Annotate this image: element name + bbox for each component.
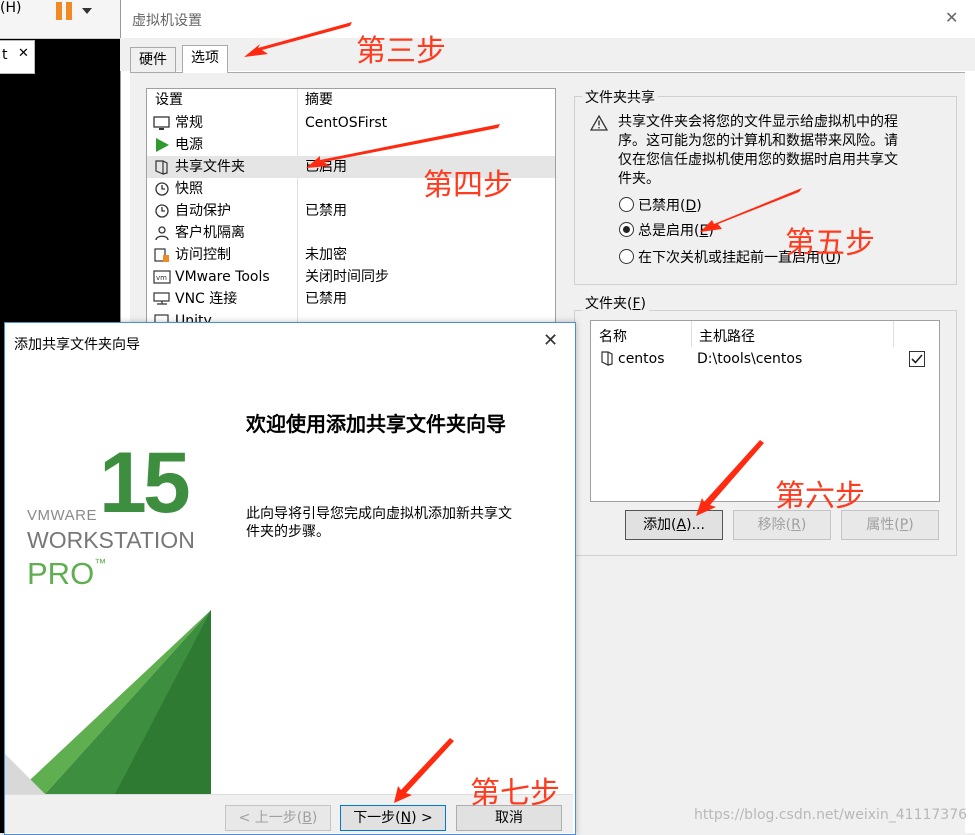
back-button[interactable]: < 上一步(B): [225, 805, 331, 831]
list-item-summary: 已禁用: [305, 203, 347, 219]
close-icon[interactable]: ✕: [18, 46, 29, 61]
brand-workstation: WORKSTATION: [27, 527, 195, 553]
tab-hardware[interactable]: 硬件: [130, 47, 176, 72]
list-item-label: 客户机隔离: [175, 225, 245, 241]
folder-icon: [601, 351, 613, 366]
list-item-label: 共享文件夹: [175, 159, 245, 175]
monitor-icon: [153, 116, 170, 130]
lock-icon: [154, 248, 169, 262]
vm-icon: vm: [153, 270, 171, 284]
svg-text:vm: vm: [156, 274, 167, 282]
version-number: 15: [99, 435, 191, 531]
list-item-power[interactable]: 电源: [147, 134, 555, 156]
list-item-vnc[interactable]: VNC 连接 已禁用: [147, 288, 555, 310]
radio-always-enabled[interactable]: [619, 222, 634, 237]
list-item-access-control[interactable]: 访问控制 未加密: [147, 244, 555, 266]
list-item-label: 访问控制: [175, 247, 231, 263]
list-item-label: VMware Tools: [175, 269, 270, 285]
add-folder-button[interactable]: 添加(A)...: [625, 510, 723, 540]
column-header-summary[interactable]: 摘要: [305, 89, 333, 111]
step-four-label: 第四步: [423, 168, 513, 203]
folders-table: 名称 主机路径 centos D:\tools\centos: [590, 320, 940, 502]
list-item-summary: 已禁用: [305, 291, 347, 307]
clock-icon: [155, 204, 169, 218]
sharing-warning-text: 共享文件夹会将您的文件显示给虚拟机中的程序。这可能为您的计算机和数据带来风险。请…: [618, 114, 898, 187]
column-divider: [893, 321, 894, 347]
wizard-heading: 欢迎使用添加共享文件夹向导: [246, 412, 506, 436]
chevron-down-icon: [82, 8, 92, 14]
warning-icon: [590, 115, 608, 131]
list-item-summary: 已启用: [305, 159, 347, 175]
step-six-label: 第六步: [775, 479, 865, 514]
group-label: 文件夹共享: [582, 87, 658, 107]
radio-until-poweroff[interactable]: [619, 249, 634, 264]
step-seven-label: 第七步: [470, 776, 560, 811]
next-button[interactable]: 下一步(N) >: [340, 805, 446, 831]
list-item-label: 电源: [175, 137, 203, 153]
list-item-label: 快照: [175, 181, 203, 197]
wizard-description: 此向导将引导您完成向虚拟机添加新共享文件夹的步骤。: [246, 506, 512, 540]
radio-label: 已禁用(D): [638, 198, 702, 214]
snapshot-icon: [155, 182, 169, 196]
list-item-label: VNC 连接: [175, 291, 238, 307]
radio-disabled[interactable]: [619, 197, 634, 212]
folder-path: D:\tools\centos: [697, 351, 803, 367]
watermark-text: https://blog.csdn.net/weixin_41117376: [694, 807, 968, 823]
host-tab-label: t: [2, 47, 8, 63]
host-tab[interactable]: t ✕: [0, 40, 35, 74]
list-item-label: 自动保护: [175, 203, 231, 219]
list-item-label: 常规: [175, 115, 203, 131]
tab-bar: [120, 38, 975, 71]
help-menu[interactable]: (H): [0, 0, 21, 16]
brand-vmware: VMWARE: [27, 507, 97, 524]
settings-list: 设置 摘要 常规 CentOSFirst 电源 共享文件夹 已启用 快照 自动保…: [146, 88, 556, 330]
column-header-path[interactable]: 主机路径: [699, 326, 755, 346]
close-icon[interactable]: ✕: [945, 8, 958, 27]
column-header-name[interactable]: 名称: [599, 326, 627, 346]
table-row[interactable]: centos D:\tools\centos: [591, 347, 939, 371]
list-item-vmware-tools[interactable]: vm VMware Tools 关闭时间同步: [147, 266, 555, 288]
list-item-summary: 未加密: [305, 247, 347, 263]
close-icon[interactable]: ✕: [543, 330, 558, 351]
step-three-label: 第三步: [356, 34, 446, 69]
column-header-setting[interactable]: 设置: [155, 89, 183, 111]
checkmark-icon: [911, 354, 923, 364]
tab-options[interactable]: 选项: [182, 45, 228, 73]
folder-name: centos: [618, 351, 665, 367]
group-label: 文件夹(F): [582, 293, 649, 313]
folder-icon: [155, 160, 168, 175]
dialog-title: 虚拟机设置: [132, 13, 202, 29]
user-icon: [155, 226, 169, 241]
step-five-label: 第五步: [785, 226, 875, 261]
wizard-title: 添加共享文件夹向导: [14, 337, 140, 353]
column-divider: [691, 321, 692, 347]
radio-label: 总是启用(E): [638, 223, 714, 239]
list-item-guest-isolation[interactable]: 客户机隔离: [147, 222, 555, 244]
list-item-general[interactable]: 常规 CentOSFirst: [147, 112, 555, 134]
pause-button[interactable]: [56, 2, 98, 24]
list-item-summary: 关闭时间同步: [305, 269, 389, 285]
list-item-summary: CentOSFirst: [305, 115, 388, 131]
vmware-brand-panel: 15 VMWARE WORKSTATION PRO™: [5, 362, 211, 794]
play-icon: [156, 138, 169, 152]
network-icon: [153, 292, 170, 305]
enabled-checkbox[interactable]: [909, 351, 925, 367]
brand-pro: PRO™: [27, 556, 107, 591]
